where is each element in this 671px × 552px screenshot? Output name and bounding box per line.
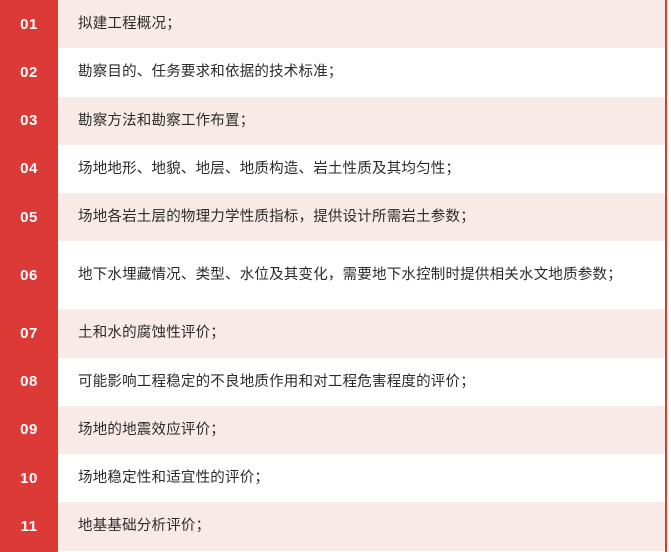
row-number-badge: 06 bbox=[0, 241, 58, 310]
table-row: 01 拟建工程概况； bbox=[0, 0, 665, 49]
row-text-line: 土和水的腐蚀性评价； bbox=[78, 325, 225, 342]
table-row: 03 勘察方法和勘察工作布置； bbox=[0, 96, 665, 145]
row-number-badge: 02 bbox=[0, 48, 58, 97]
table-row: 07 土和水的腐蚀性评价； bbox=[0, 309, 665, 358]
table-row: 05 场地各岩土层的物理力学性质指标，提供设计所需岩土参数； bbox=[0, 193, 665, 242]
row-number-badge: 04 bbox=[0, 144, 58, 194]
row-text: 场地的地震效应评价； bbox=[58, 406, 665, 454]
table-row: 04 场地地形、地貌、地层、地质构造、岩土性质及其均匀性； bbox=[0, 144, 665, 194]
row-text-line: 场地各岩土层的物理力学性质指标，提供设计所需岩土参数； bbox=[78, 209, 475, 226]
row-text-line: 拟建工程概况； bbox=[78, 16, 181, 32]
table-row: 09 场地的地震效应评价； bbox=[0, 405, 665, 455]
table-row: 11 地基基础分析评价； bbox=[0, 502, 665, 551]
row-number-badge: 05 bbox=[0, 193, 58, 242]
row-text-line: 地下水埋藏情况、类型、水位及其变化，需要地下水控制时提供相关水文地质参数； bbox=[78, 267, 622, 284]
row-text: 场地各岩土层的物理力学性质指标，提供设计所需岩土参数； bbox=[58, 193, 665, 241]
row-number-badge: 09 bbox=[0, 405, 58, 455]
row-text-line: 可能影响工程稳定的不良地质作用和对工程危害程度的评价； bbox=[78, 373, 475, 390]
row-text: 拟建工程概况； bbox=[58, 0, 665, 48]
row-number-badge: 03 bbox=[0, 96, 58, 145]
row-number-badge: 01 bbox=[0, 0, 58, 49]
row-text-line: 勘察目的、任务要求和依据的技术标准； bbox=[78, 64, 343, 81]
row-number-badge: 07 bbox=[0, 309, 58, 358]
row-text-line: 勘察方法和勘察工作布置； bbox=[78, 112, 255, 129]
table-row: 10 场地稳定性和适宜性的评价； bbox=[0, 454, 665, 503]
row-text-line: 地基基础分析评价； bbox=[78, 518, 211, 535]
row-text: 土和水的腐蚀性评价； bbox=[58, 309, 665, 357]
row-text-line: 场地稳定性和适宜性的评价； bbox=[78, 470, 270, 487]
table-row: 02 勘察目的、任务要求和依据的技术标准； bbox=[0, 48, 665, 97]
numbered-list-table: 01 拟建工程概况； 02 勘察目的、任务要求和依据的技术标准； 03 勘察方法… bbox=[0, 0, 667, 552]
row-text-line: 场地的地震效应评价； bbox=[78, 421, 225, 438]
row-text: 场地稳定性和适宜性的评价； bbox=[58, 454, 665, 502]
row-number-badge: 08 bbox=[0, 357, 58, 406]
row-text: 勘察方法和勘察工作布置； bbox=[58, 97, 665, 145]
row-text-line: 场地地形、地貌、地层、地质构造、岩土性质及其均匀性； bbox=[78, 160, 461, 177]
row-number-badge: 10 bbox=[0, 454, 58, 503]
row-text: 场地地形、地貌、地层、地质构造、岩土性质及其均匀性； bbox=[58, 145, 665, 193]
row-number-badge: 11 bbox=[0, 502, 58, 551]
row-text: 勘察目的、任务要求和依据的技术标准； bbox=[58, 48, 665, 96]
row-text: 地下水埋藏情况、类型、水位及其变化，需要地下水控制时提供相关水文地质参数； bbox=[58, 241, 665, 309]
table-row: 06 地下水埋藏情况、类型、水位及其变化，需要地下水控制时提供相关水文地质参数； bbox=[0, 241, 665, 310]
page-root: 01 拟建工程概况； 02 勘察目的、任务要求和依据的技术标准； 03 勘察方法… bbox=[0, 0, 671, 552]
row-text: 地基基础分析评价； bbox=[58, 502, 665, 550]
table-row: 08 可能影响工程稳定的不良地质作用和对工程危害程度的评价； bbox=[0, 357, 665, 406]
row-text: 可能影响工程稳定的不良地质作用和对工程危害程度的评价； bbox=[58, 358, 665, 406]
